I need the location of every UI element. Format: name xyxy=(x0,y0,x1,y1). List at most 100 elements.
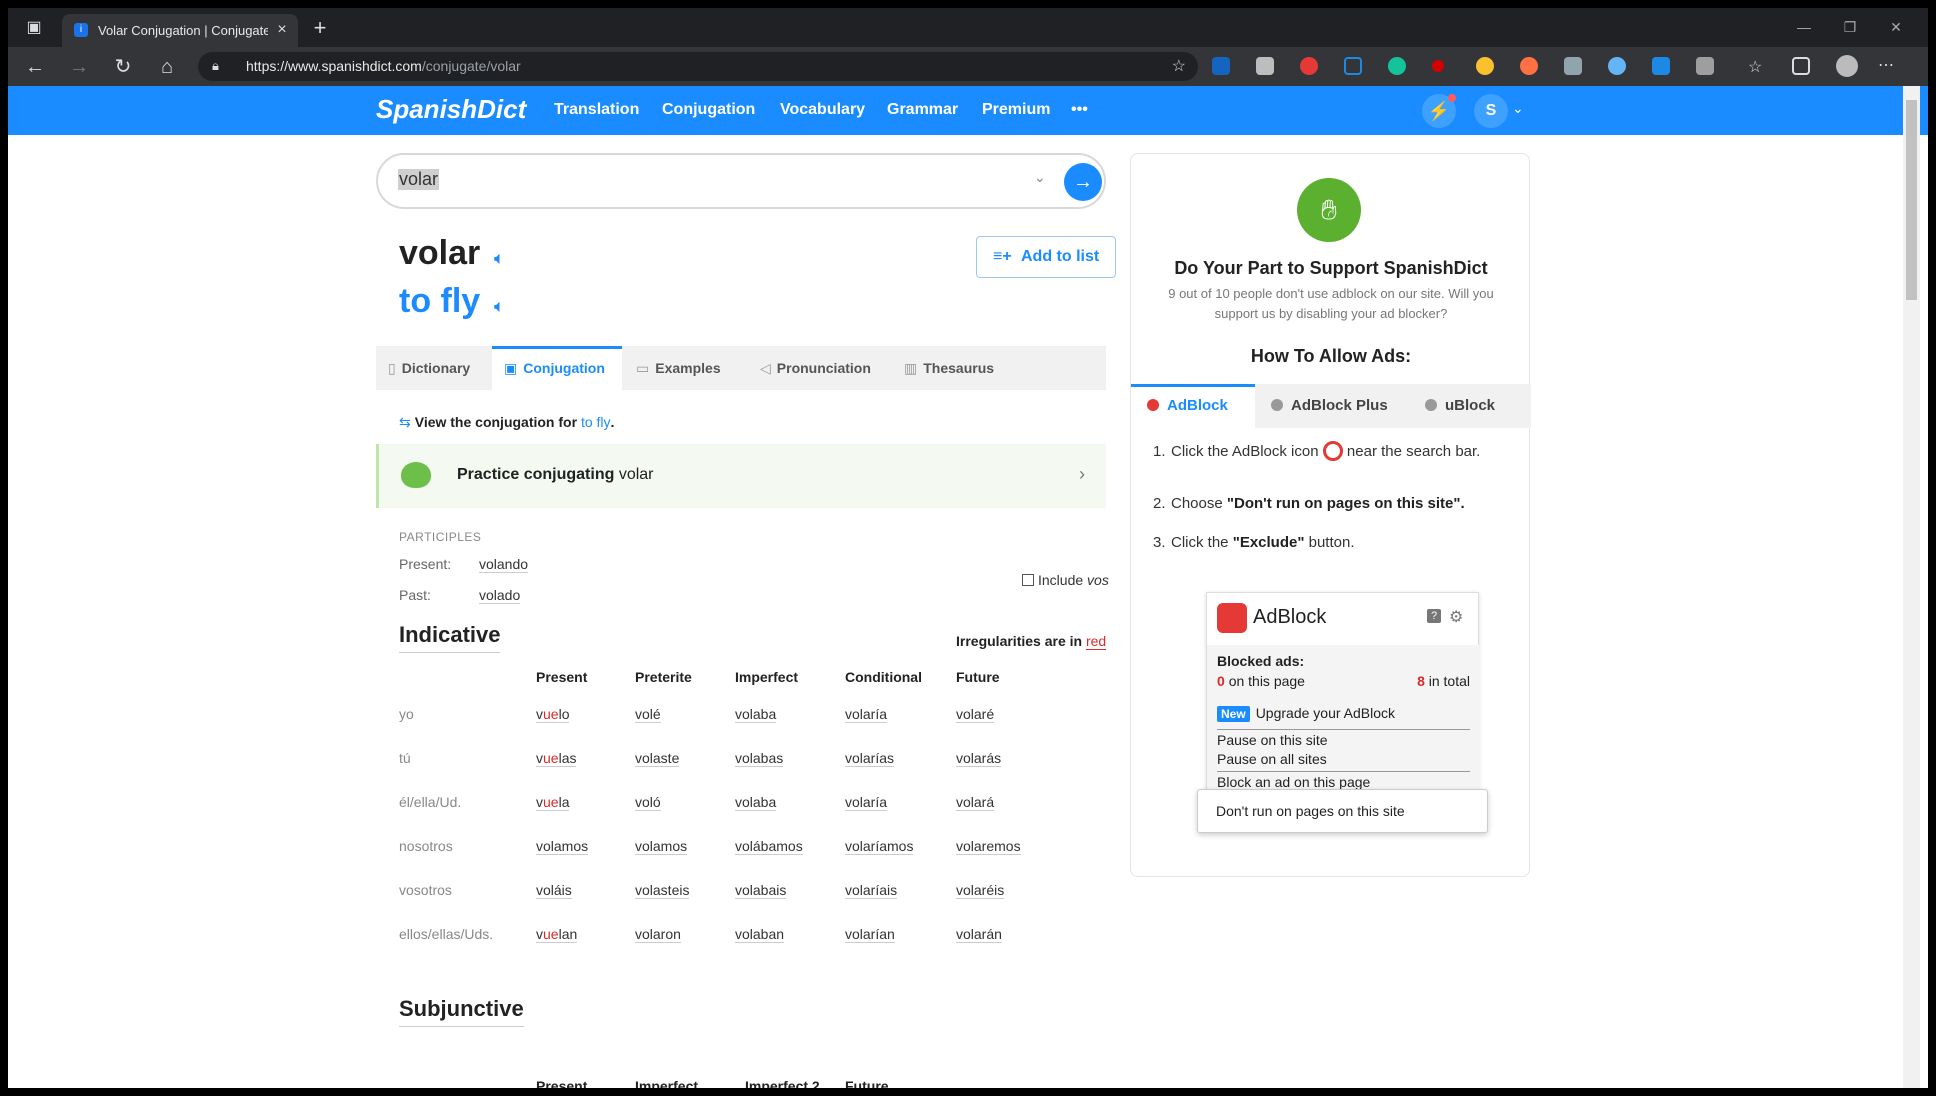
new-tab-icon[interactable]: + xyxy=(308,17,332,41)
screen: ▣ i Volar Conjugation | Conjugate Vo × +… xyxy=(0,0,1936,1096)
gear-icon: ⚙ xyxy=(1449,609,1464,626)
conjugation-cell[interactable]: volará xyxy=(956,794,995,811)
nav-more-icon[interactable]: ••• xyxy=(1071,101,1088,119)
conjugation-cell[interactable]: volaríais xyxy=(845,882,898,899)
tab-pronunciation[interactable]: ◁ Pronunciation xyxy=(760,346,871,390)
address-bar[interactable]: 🔒︎ https://www.spanishdict.com/conjugate… xyxy=(198,52,1198,81)
browser-menu-icon[interactable]: ⋯ xyxy=(1878,55,1894,75)
chevron-down-icon[interactable]: ⌄ xyxy=(1512,100,1524,117)
nav-premium[interactable]: Premium xyxy=(982,101,1050,119)
extension-yellow-icon[interactable] xyxy=(1476,57,1494,75)
search-value[interactable]: volar xyxy=(398,169,440,190)
favorites-icon[interactable]: ☆ xyxy=(1748,57,1766,76)
conjugation-cell[interactable]: volarías xyxy=(845,750,895,767)
tab-examples[interactable]: ▭ Examples xyxy=(636,346,721,390)
conjugation-segment: volaban xyxy=(735,926,785,942)
extension-ui-icon[interactable] xyxy=(1344,57,1362,75)
extension-record-icon[interactable] xyxy=(1432,60,1444,72)
lightning-icon[interactable]: ⚡ xyxy=(1422,94,1456,128)
user-avatar[interactable]: S xyxy=(1474,94,1508,128)
chevron-down-icon[interactable]: ⌄ xyxy=(1034,169,1046,186)
nav-conjugation[interactable]: Conjugation xyxy=(662,101,755,119)
conjugation-cell[interactable]: volaba xyxy=(735,794,777,811)
search-submit-arrow-icon[interactable]: → xyxy=(1064,163,1102,201)
conjugation-cell[interactable]: vuela xyxy=(536,794,570,811)
extension-m-icon[interactable] xyxy=(1652,57,1670,75)
irreg-red-link[interactable]: red xyxy=(1085,633,1107,650)
conjugation-cell[interactable]: volaría xyxy=(845,794,888,811)
extension-grammarly-icon[interactable] xyxy=(1388,57,1406,75)
minimize-icon[interactable]: — xyxy=(1786,16,1822,38)
extension-play-icon[interactable] xyxy=(1256,57,1274,75)
view-conj-link[interactable]: to fly xyxy=(581,414,611,430)
forward-icon[interactable]: → xyxy=(64,54,94,80)
conjugation-cell[interactable]: volamos xyxy=(536,838,589,855)
conjugation-cell[interactable]: volasteis xyxy=(635,882,690,899)
tab-dictionary[interactable]: ▯ Dictionary xyxy=(388,346,470,390)
conjugation-cell[interactable]: volaréis xyxy=(956,882,1005,899)
conjugation-cell[interactable]: volaron xyxy=(635,926,681,943)
conjugation-segment: v xyxy=(536,794,543,810)
nav-translation[interactable]: Translation xyxy=(554,101,639,119)
conjugation-cell[interactable]: volabais xyxy=(735,882,787,899)
headword-translation[interactable]: to fly xyxy=(399,282,480,321)
extension-shield-icon[interactable] xyxy=(1212,57,1230,75)
browser-tab[interactable]: i Volar Conjugation | Conjugate Vo × xyxy=(62,14,298,47)
extension-globe-icon[interactable] xyxy=(1608,57,1626,75)
conjugation-cell[interactable]: volaré xyxy=(956,706,995,723)
conjugation-cell[interactable]: volé xyxy=(635,706,661,723)
past-participle-value[interactable]: volado xyxy=(479,587,521,604)
tab-conjugation[interactable]: ▣ Conjugation xyxy=(492,346,622,390)
profile-avatar-icon[interactable] xyxy=(1836,55,1858,77)
include-vos-checkbox[interactable]: Include vos xyxy=(1022,572,1109,588)
extension-adblock-icon[interactable] xyxy=(1300,57,1318,75)
conjugation-cell[interactable]: volaríamos xyxy=(845,838,914,855)
conjugation-segment: volaron xyxy=(635,926,681,942)
refresh-icon[interactable]: ↻ xyxy=(108,54,138,80)
close-tab-icon[interactable]: × xyxy=(273,21,291,39)
tab-adblock[interactable]: AdBlock xyxy=(1131,384,1255,428)
tab-adblock-plus[interactable]: AdBlock Plus xyxy=(1271,384,1388,428)
speaker-icon[interactable]: 🔈︎ xyxy=(494,248,505,269)
extension-shield-gray-icon[interactable] xyxy=(1696,57,1714,75)
present-participle-value[interactable]: volando xyxy=(479,556,529,573)
conjugation-cell[interactable]: vuelan xyxy=(536,926,578,943)
conjugation-cell[interactable]: volaban xyxy=(735,926,785,943)
conjugation-cell[interactable]: volaste xyxy=(635,750,680,767)
scrollbar-thumb[interactable] xyxy=(1906,100,1917,300)
nav-grammar[interactable]: Grammar xyxy=(887,101,958,119)
conjugation-cell[interactable]: volamos xyxy=(635,838,688,855)
conjugation-cell[interactable]: volaría xyxy=(845,706,888,723)
speaker-icon[interactable]: 🔈︎ xyxy=(494,296,505,317)
conjugation-cell[interactable]: vuelo xyxy=(536,706,570,723)
conjugation-cell[interactable]: volarán xyxy=(956,926,1002,943)
conjugation-cell[interactable]: volarás xyxy=(956,750,1002,767)
back-icon[interactable]: ← xyxy=(20,54,50,80)
tab-actions-icon[interactable]: ▣ xyxy=(20,16,48,40)
home-icon[interactable]: ⌂ xyxy=(152,54,182,80)
conjugation-cell[interactable]: voló xyxy=(635,794,661,811)
tab-thesaurus[interactable]: ▥ Thesaurus xyxy=(904,346,994,390)
nav-vocabulary[interactable]: Vocabulary xyxy=(780,101,865,119)
conjugation-cell[interactable]: volaremos xyxy=(956,838,1021,855)
close-window-icon[interactable]: ✕ xyxy=(1878,16,1914,38)
extension-screen-icon[interactable] xyxy=(1564,57,1582,75)
conjugation-cell[interactable]: volabas xyxy=(735,750,784,767)
site-logo[interactable]: SpanishDict xyxy=(376,94,526,125)
tab-ublock[interactable]: uBlock xyxy=(1425,384,1495,428)
conjugation-cell[interactable]: voláis xyxy=(536,882,572,899)
conjugation-cell[interactable]: volarían xyxy=(845,926,895,943)
page-scrollbar[interactable] xyxy=(1903,86,1920,1088)
column-header: Present xyxy=(536,1078,588,1088)
conjugation-cell[interactable]: vuelas xyxy=(536,750,577,767)
extension-orange-icon[interactable] xyxy=(1520,57,1538,75)
restore-icon[interactable]: ❐ xyxy=(1832,16,1868,38)
add-to-list-button[interactable]: ≡+ Add to list xyxy=(976,236,1116,278)
practice-conjugating-banner[interactable]: Practice conjugating volar › xyxy=(376,444,1106,508)
add-favorite-icon[interactable]: ☆ xyxy=(1172,56,1186,76)
conjugation-cell[interactable]: volábamos xyxy=(735,838,803,855)
collections-icon[interactable] xyxy=(1792,57,1810,75)
conjugation-cell[interactable]: volaba xyxy=(735,706,777,723)
search-input[interactable]: volar ⌄ → xyxy=(376,153,1106,209)
conjugation-segment: volará xyxy=(956,794,995,810)
